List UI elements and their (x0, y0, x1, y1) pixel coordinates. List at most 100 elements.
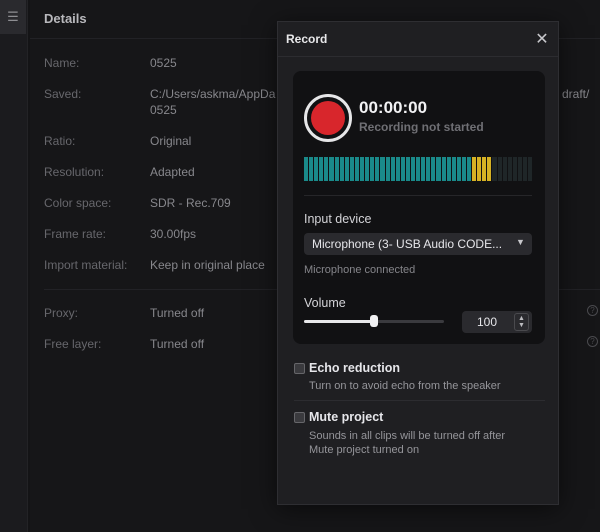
detail-value: Adapted (150, 165, 195, 179)
meter-bar (370, 157, 375, 181)
meter-bar (523, 157, 528, 181)
record-dialog: Record ✕ 00:00:00 Recording not started … (277, 21, 559, 505)
recording-timer: 00:00:00 (359, 98, 428, 117)
volume-label: Volume (304, 296, 346, 310)
meter-bar (502, 157, 507, 181)
detail-label: Saved: (44, 87, 82, 101)
meter-bar (467, 157, 472, 181)
mute-project-description: Sounds in all clips will be turned off a… (309, 430, 506, 456)
detail-value: SDR - Rec.709 (150, 196, 231, 210)
meter-bar (360, 157, 365, 181)
meter-bar (507, 157, 512, 181)
detail-value: Turned off (150, 337, 205, 351)
chevron-down-icon: ▼ (516, 237, 525, 247)
detail-label: Proxy: (44, 306, 79, 320)
volume-slider-thumb[interactable] (370, 315, 378, 327)
volume-input[interactable]: 100 ▲ ▼ (462, 311, 532, 333)
meter-bar (436, 157, 441, 181)
meter-bar (482, 157, 487, 181)
details-title: Details (44, 11, 87, 26)
mute-project-checkbox[interactable] (294, 412, 305, 423)
meter-bar (395, 157, 400, 181)
chevron-up-icon[interactable]: ▲ (518, 315, 525, 322)
meter-bar (385, 157, 390, 181)
meter-bar (304, 157, 309, 181)
meter-bar (349, 157, 354, 181)
meter-bar (512, 157, 517, 181)
detail-label: Resolution: (44, 165, 105, 179)
meter-bar (344, 157, 349, 181)
record-dot-icon (311, 101, 345, 135)
meter-bar (461, 157, 466, 181)
echo-reduction-checkbox[interactable] (294, 363, 305, 374)
menu-icon[interactable]: ☰ (0, 0, 26, 34)
meter-bar (472, 157, 477, 181)
recording-card: 00:00:00 Recording not started Input dev… (293, 71, 545, 344)
volume-slider-fill (304, 320, 374, 323)
meter-bar (487, 157, 492, 181)
input-device-value: Microphone (3- USB Audio CODE... (312, 237, 503, 251)
meter-bar (528, 157, 533, 181)
close-icon[interactable]: ✕ (533, 31, 551, 49)
detail-label: Free layer: (44, 337, 102, 351)
dialog-title: Record (286, 32, 328, 46)
detail-label: Frame rate: (44, 227, 107, 241)
meter-bar (324, 157, 329, 181)
meter-bar (421, 157, 426, 181)
input-device-label: Input device (304, 212, 372, 226)
left-toolbar: ☰ (0, 0, 28, 532)
volume-value: 100 (476, 315, 498, 329)
volume-stepper[interactable]: ▲ ▼ (514, 313, 529, 331)
card-divider (304, 195, 532, 196)
meter-bar (451, 157, 456, 181)
meter-bar (365, 157, 370, 181)
meter-bar (314, 157, 319, 181)
meter-bar (319, 157, 324, 181)
audio-level-meter (304, 157, 533, 181)
detail-value: 0525 (150, 56, 177, 70)
detail-label: Import material: (44, 258, 128, 272)
meter-bar (339, 157, 344, 181)
detail-value: Original (150, 134, 192, 148)
chevron-down-icon[interactable]: ▼ (518, 322, 525, 329)
detail-value: 0525 (150, 103, 177, 117)
option-divider (294, 400, 545, 401)
detail-label: Name: (44, 56, 80, 70)
detail-value: Turned off (150, 306, 205, 320)
meter-bar (446, 157, 451, 181)
echo-reduction-description: Turn on to avoid echo from the speaker (309, 380, 501, 392)
meter-bar (390, 157, 395, 181)
dialog-divider (278, 56, 558, 57)
meter-bar (380, 157, 385, 181)
meter-bar (405, 157, 410, 181)
meter-bar (416, 157, 421, 181)
detail-value: C:/Users/askma/AppDa (150, 87, 276, 101)
detail-label: Ratio: (44, 134, 76, 148)
recording-status: Recording not started (359, 120, 484, 134)
mute-project-title: Mute project (309, 410, 384, 424)
meter-bar (477, 157, 482, 181)
meter-bar (410, 157, 416, 181)
detail-value-tail: draft/ (562, 87, 590, 101)
meter-bar (517, 157, 523, 181)
proxy-help-icon[interactable]: ? (587, 305, 598, 316)
meter-bar (375, 157, 380, 181)
detail-value: Keep in original place (150, 258, 265, 272)
echo-reduction-title: Echo reduction (309, 361, 400, 375)
input-device-select[interactable]: Microphone (3- USB Audio CODE... ▼ (304, 233, 532, 255)
free-layer-help-icon[interactable]: ? (587, 336, 598, 347)
meter-bar (309, 157, 314, 181)
meter-bar (441, 157, 446, 181)
meter-bar (431, 157, 436, 181)
meter-bar (354, 157, 360, 181)
meter-bar (334, 157, 339, 181)
meter-bar (329, 157, 334, 181)
detail-label: Color space: (44, 196, 112, 210)
meter-bar (426, 157, 431, 181)
meter-bar (497, 157, 502, 181)
meter-bar (400, 157, 405, 181)
detail-value: 30.00fps (150, 227, 197, 241)
record-button[interactable] (304, 94, 352, 142)
mic-status: Microphone connected (304, 264, 416, 276)
meter-bar (492, 157, 497, 181)
